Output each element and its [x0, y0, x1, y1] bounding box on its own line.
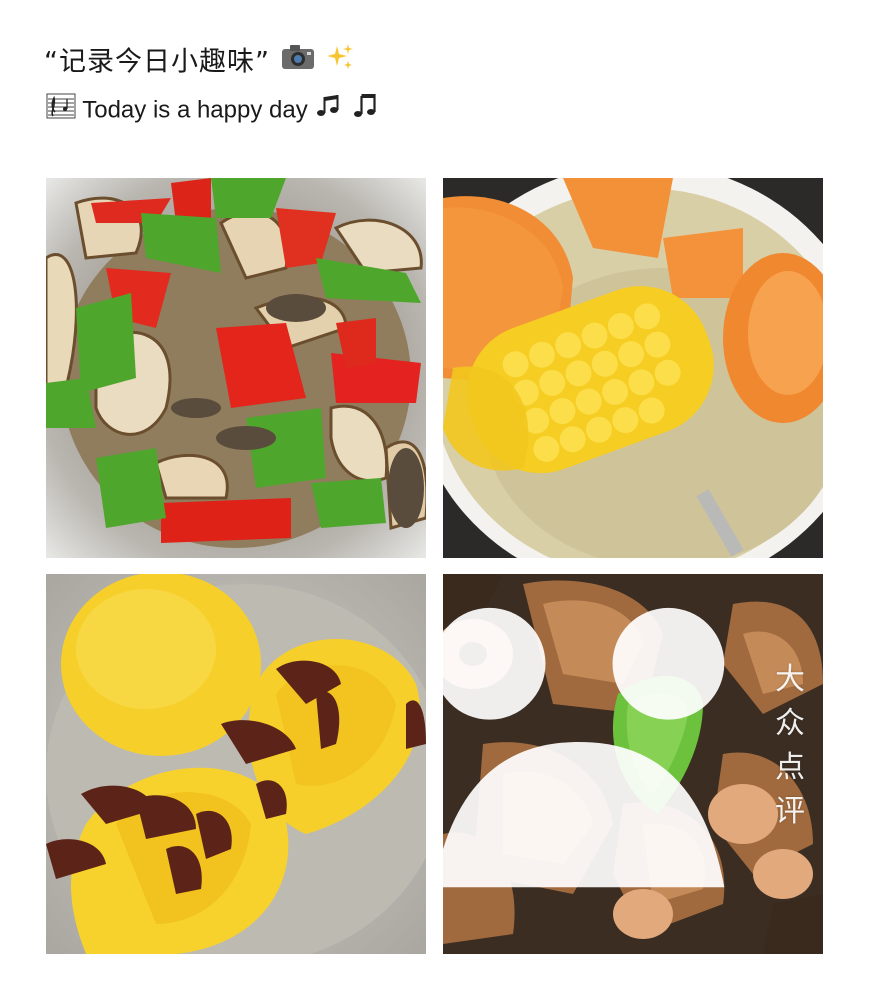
post-title: “记录今日小趣味” [44, 46, 270, 78]
food-photo-stir-fry[interactable] [46, 178, 426, 558]
food-photo-braised-ribs[interactable]: 大众点评 [443, 574, 823, 954]
dianping-logo-icon [443, 574, 769, 932]
musical-score-icon [46, 92, 76, 130]
food-photo-corn-soup[interactable] [443, 178, 823, 558]
musical-note-icon [351, 92, 379, 130]
watermark: 大众点评 [443, 574, 805, 932]
watermark-text: 大众点评 [775, 662, 805, 829]
food-photo-corn-buns[interactable] [46, 574, 426, 954]
post-subtitle: Today is a happy day [82, 96, 308, 124]
camera-icon [280, 43, 316, 83]
musical-notes-icon [314, 92, 344, 130]
post-title-row: “记录今日小趣味” [44, 42, 355, 84]
sparkles-icon [325, 42, 355, 84]
post-subtitle-row: Today is a happy day [46, 92, 379, 130]
